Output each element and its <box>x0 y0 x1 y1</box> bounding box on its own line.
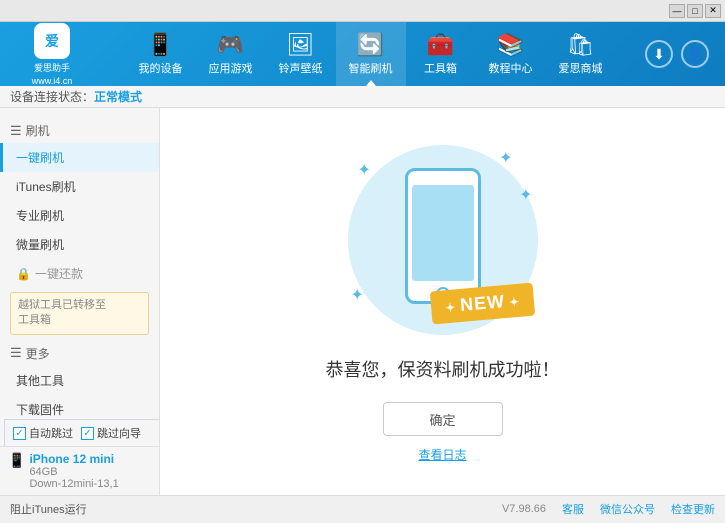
status-label: 设备连接状态： <box>10 88 94 105</box>
version-label: V7.98.66 <box>502 503 546 515</box>
sparkle-2: ✦ <box>499 148 512 168</box>
logo-line2: www.i4.cn <box>32 76 73 86</box>
device-storage: 64GB <box>29 466 118 478</box>
nav-wallpaper[interactable]: 🖼 铃声壁纸 <box>266 22 336 86</box>
confirm-btn-label: 确定 <box>429 410 455 429</box>
nav-wallpaper-label: 铃声壁纸 <box>279 60 323 76</box>
nav-right-actions: ⬇ 👤 <box>645 40 709 68</box>
device-details: iPhone 12 mini 64GB Down-12mini-13,1 <box>29 452 118 490</box>
nav-apps-label: 应用游戏 <box>209 60 253 76</box>
nav-my-device[interactable]: 📱 我的设备 <box>126 22 196 86</box>
micro-flash-label: 微量刷机 <box>16 236 64 253</box>
one-key-restore-label: 一键还款 <box>35 265 83 282</box>
content-area: ✦ ✦ ✦ ✦ NEW 恭喜您，保资料刷机成功啦！ 确定 查看日志 <box>160 108 725 495</box>
nav-store-icon: 🛍 <box>567 32 595 58</box>
nav-store-label: 爱思商城 <box>559 60 603 76</box>
title-bar: — □ ✕ <box>0 0 725 22</box>
lock-icon: 🔒 <box>16 267 31 281</box>
skip-wizard-checkbox[interactable]: ✓ 跳过向导 <box>81 425 141 441</box>
nav-wallpaper-icon: 🖼 <box>287 32 315 58</box>
device-version: Down-12mini-13,1 <box>29 478 118 490</box>
maximize-button[interactable]: □ <box>687 4 703 18</box>
device-info-panel: 📱 iPhone 12 mini 64GB Down-12mini-13,1 <box>0 446 159 495</box>
nav-tutorial[interactable]: 📚 教程中心 <box>476 22 546 86</box>
status-bar: 阻止iTunes运行 V7.98.66 客服 微信公众号 检查更新 <box>0 495 725 521</box>
nav-device-icon: 📱 <box>147 32 174 58</box>
other-tools-label: 其他工具 <box>16 372 64 389</box>
logo-icon: 爱 <box>34 23 70 59</box>
nav-smart-flash[interactable]: 🔄 智能刷机 <box>336 22 406 86</box>
sidebar-item-micro-flash[interactable]: 微量刷机 <box>0 230 159 259</box>
logo-line1: 爱思助手 <box>34 61 70 74</box>
status-left: 阻止iTunes运行 <box>10 501 87 517</box>
more-section-icon: ☰ <box>10 345 22 361</box>
nav-apps-icon: 🎮 <box>217 32 244 58</box>
more-section-label: 更多 <box>26 345 50 362</box>
main-area: ☰ 刷机 一键刷机 iTunes刷机 专业刷机 微量刷机 🔒 一键还款 越狱工具… <box>0 108 725 495</box>
one-key-flash-label: 一键刷机 <box>16 149 64 166</box>
nav-device-label: 我的设备 <box>139 60 183 76</box>
header: 爱 爱思助手 www.i4.cn 📱 我的设备 🎮 应用游戏 🖼 铃声壁纸 🔄 … <box>0 22 725 86</box>
footer-checkboxes: ✓ 自动跳过 ✓ 跳过向导 <box>4 419 160 447</box>
auto-jump-check-icon: ✓ <box>13 427 26 440</box>
itunes-flash-label: iTunes刷机 <box>16 178 76 195</box>
sparkle-4: ✦ <box>351 285 364 305</box>
auto-jump-label: 自动跳过 <box>29 425 73 441</box>
nav-items: 📱 我的设备 🎮 应用游戏 🖼 铃声壁纸 🔄 智能刷机 🧰 工具箱 📚 教程中心… <box>96 22 645 86</box>
sidebar-notice: 越狱工具已转移至工具箱 <box>10 292 149 335</box>
nav-tutorial-label: 教程中心 <box>489 60 533 76</box>
sidebar: ☰ 刷机 一键刷机 iTunes刷机 专业刷机 微量刷机 🔒 一键还款 越狱工具… <box>0 108 160 495</box>
sidebar-item-one-key-restore: 🔒 一键还款 <box>0 259 159 288</box>
alt-link[interactable]: 查看日志 <box>418 446 466 463</box>
phone-body <box>405 168 481 304</box>
logo-area: 爱 爱思助手 www.i4.cn <box>8 23 96 86</box>
skip-wizard-label: 跳过向导 <box>97 425 141 441</box>
sidebar-item-other-tools[interactable]: 其他工具 <box>0 366 159 395</box>
flash-section-icon: ☰ <box>10 123 22 139</box>
nav-apps-games[interactable]: 🎮 应用游戏 <box>196 22 266 86</box>
download-fw-label: 下载固件 <box>16 401 64 418</box>
service-link[interactable]: 客服 <box>562 501 584 517</box>
nav-toolbox-icon: 🧰 <box>427 32 454 58</box>
skip-wizard-check-icon: ✓ <box>81 427 94 440</box>
nav-store[interactable]: 🛍 爱思商城 <box>546 22 616 86</box>
check-update-link[interactable]: 检查更新 <box>671 501 715 517</box>
device-phone-icon: 📱 <box>8 452 25 469</box>
wechat-link[interactable]: 微信公众号 <box>600 501 655 517</box>
device-name: iPhone 12 mini <box>29 452 118 466</box>
more-section-header: ☰ 更多 <box>0 341 159 366</box>
pro-flash-label: 专业刷机 <box>16 207 64 224</box>
sparkle-3: ✦ <box>519 185 532 205</box>
user-button[interactable]: 👤 <box>681 40 709 68</box>
nav-flash-icon: 🔄 <box>357 32 384 58</box>
nav-tutorial-icon: 📚 <box>497 32 524 58</box>
status-right: V7.98.66 客服 微信公众号 检查更新 <box>502 501 715 517</box>
minimize-button[interactable]: — <box>669 4 685 18</box>
close-button[interactable]: ✕ <box>705 4 721 18</box>
flash-section-label: 刷机 <box>26 122 50 139</box>
device-info-row: 📱 iPhone 12 mini 64GB Down-12mini-13,1 <box>8 452 151 490</box>
sidebar-item-one-key-flash[interactable]: 一键刷机 <box>0 143 159 172</box>
sidebar-item-pro-flash[interactable]: 专业刷机 <box>0 201 159 230</box>
sparkle-1: ✦ <box>358 160 371 180</box>
success-text: 恭喜您，保资料刷机成功啦！ <box>326 356 560 382</box>
download-button[interactable]: ⬇ <box>645 40 673 68</box>
status-value: 正常模式 <box>94 88 142 105</box>
nav-toolbox[interactable]: 🧰 工具箱 <box>406 22 476 86</box>
phone-screen <box>412 185 474 281</box>
phone-illustration: ✦ ✦ ✦ ✦ NEW <box>343 140 543 340</box>
flash-section-header: ☰ 刷机 <box>0 118 159 143</box>
status-banner: 设备连接状态： 正常模式 <box>0 86 725 108</box>
nav-flash-label: 智能刷机 <box>349 60 393 76</box>
nav-toolbox-label: 工具箱 <box>424 60 457 76</box>
confirm-button[interactable]: 确定 <box>383 402 503 436</box>
stop-itunes-label[interactable]: 阻止iTunes运行 <box>10 501 87 517</box>
sidebar-item-itunes-flash[interactable]: iTunes刷机 <box>0 172 159 201</box>
auto-jump-checkbox[interactable]: ✓ 自动跳过 <box>13 425 73 441</box>
notice-text: 越狱工具已转移至工具箱 <box>18 299 106 326</box>
